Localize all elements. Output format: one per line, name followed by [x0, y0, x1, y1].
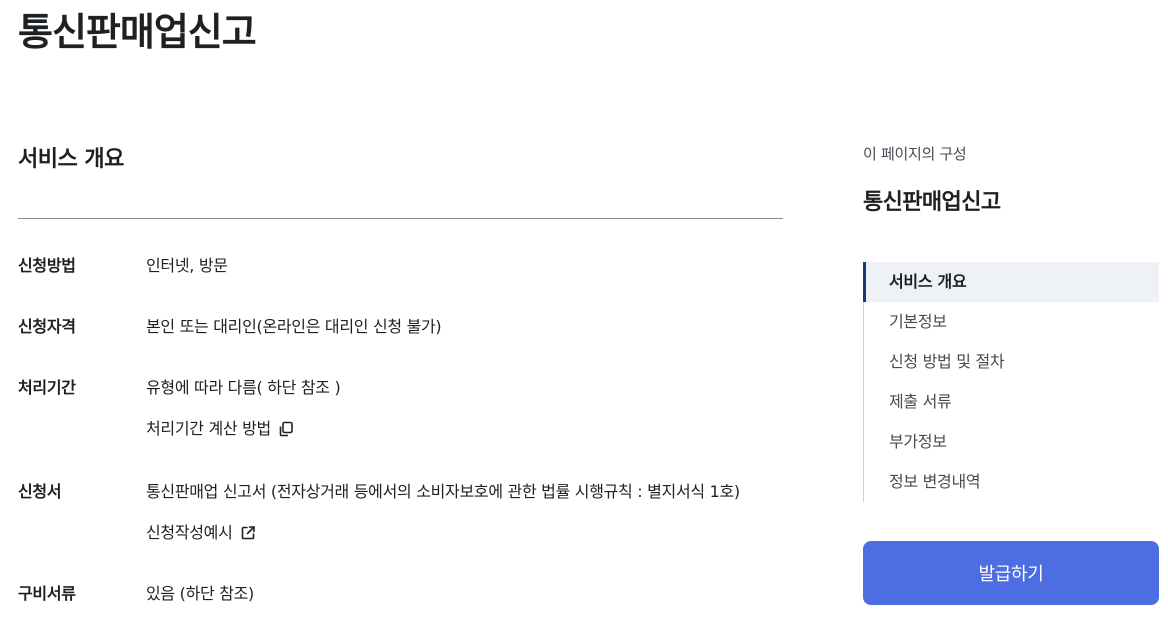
- page: 통신판매업신고 서비스 개요 신청방법 인터넷, 방문 신청자격 본인 또는 대…: [0, 0, 1168, 620]
- row-value: 있음 (하단 참조): [146, 584, 254, 603]
- row-values: 있음 (하단 참조): [146, 582, 254, 606]
- application-example-link[interactable]: 신청작성예시: [146, 521, 257, 545]
- link-label: 신청작성예시: [146, 523, 233, 542]
- processing-period-calc-link[interactable]: 처리기간 계산 방법: [146, 417, 295, 441]
- row-label: 신청서: [18, 482, 62, 501]
- page-toc: 이 페이지의 구성 통신판매업신고 서비스 개요 기본정보 신청 방법 및 절차…: [863, 140, 1159, 502]
- toc-item-basic-info[interactable]: 기본정보: [864, 302, 1159, 342]
- row-label: 신청방법: [18, 256, 76, 275]
- issue-button[interactable]: 발급하기: [863, 541, 1159, 605]
- toc-item-service-overview[interactable]: 서비스 개요: [863, 262, 1159, 302]
- row-values: 본인 또는 대리인(온라인은 대리인 신청 불가): [146, 315, 442, 339]
- toc-item-documents[interactable]: 제출 서류: [864, 382, 1159, 422]
- row-values: 통신판매업 신고서 (전자상거래 등에서의 소비자보호에 관한 법률 시행규칙 …: [146, 480, 740, 545]
- toc-list: 서비스 개요 기본정보 신청 방법 및 절차 제출 서류 부가정보 정보 변경내…: [863, 262, 1159, 502]
- row-values: 유형에 따라 다름( 하단 참조 ) 처리기간 계산 방법: [146, 376, 341, 441]
- link-label: 처리기간 계산 방법: [146, 419, 271, 438]
- section-divider: [18, 218, 783, 219]
- row-value: 통신판매업 신고서 (전자상거래 등에서의 소비자보호에 관한 법률 시행규칙 …: [146, 482, 740, 501]
- section-title: 서비스 개요: [18, 147, 124, 172]
- service-overview: 서비스 개요 신청방법 인터넷, 방문 신청자격 본인 또는 대리인(온라인은 …: [18, 140, 783, 603]
- row-values: 인터넷, 방문: [146, 254, 228, 278]
- toc-item-additional-info[interactable]: 부가정보: [864, 422, 1159, 462]
- toc-item-change-history[interactable]: 정보 변경내역: [864, 462, 1159, 502]
- row-value: 인터넷, 방문: [146, 256, 228, 275]
- external-link-icon: [241, 526, 255, 540]
- row-value: 유형에 따라 다름( 하단 참조 ): [146, 378, 341, 397]
- toc-item-application-procedure[interactable]: 신청 방법 및 절차: [864, 342, 1159, 382]
- row-value: 본인 또는 대리인(온라인은 대리인 신청 불가): [146, 317, 442, 336]
- copy-icon: [279, 421, 293, 437]
- toc-title: 통신판매업신고: [863, 190, 1001, 215]
- page-title: 통신판매업신고: [18, 10, 257, 54]
- row-label: 구비서류: [18, 584, 76, 603]
- row-label: 처리기간: [18, 378, 76, 397]
- toc-caption: 이 페이지의 구성: [863, 145, 967, 163]
- row-label: 신청자격: [18, 317, 76, 336]
